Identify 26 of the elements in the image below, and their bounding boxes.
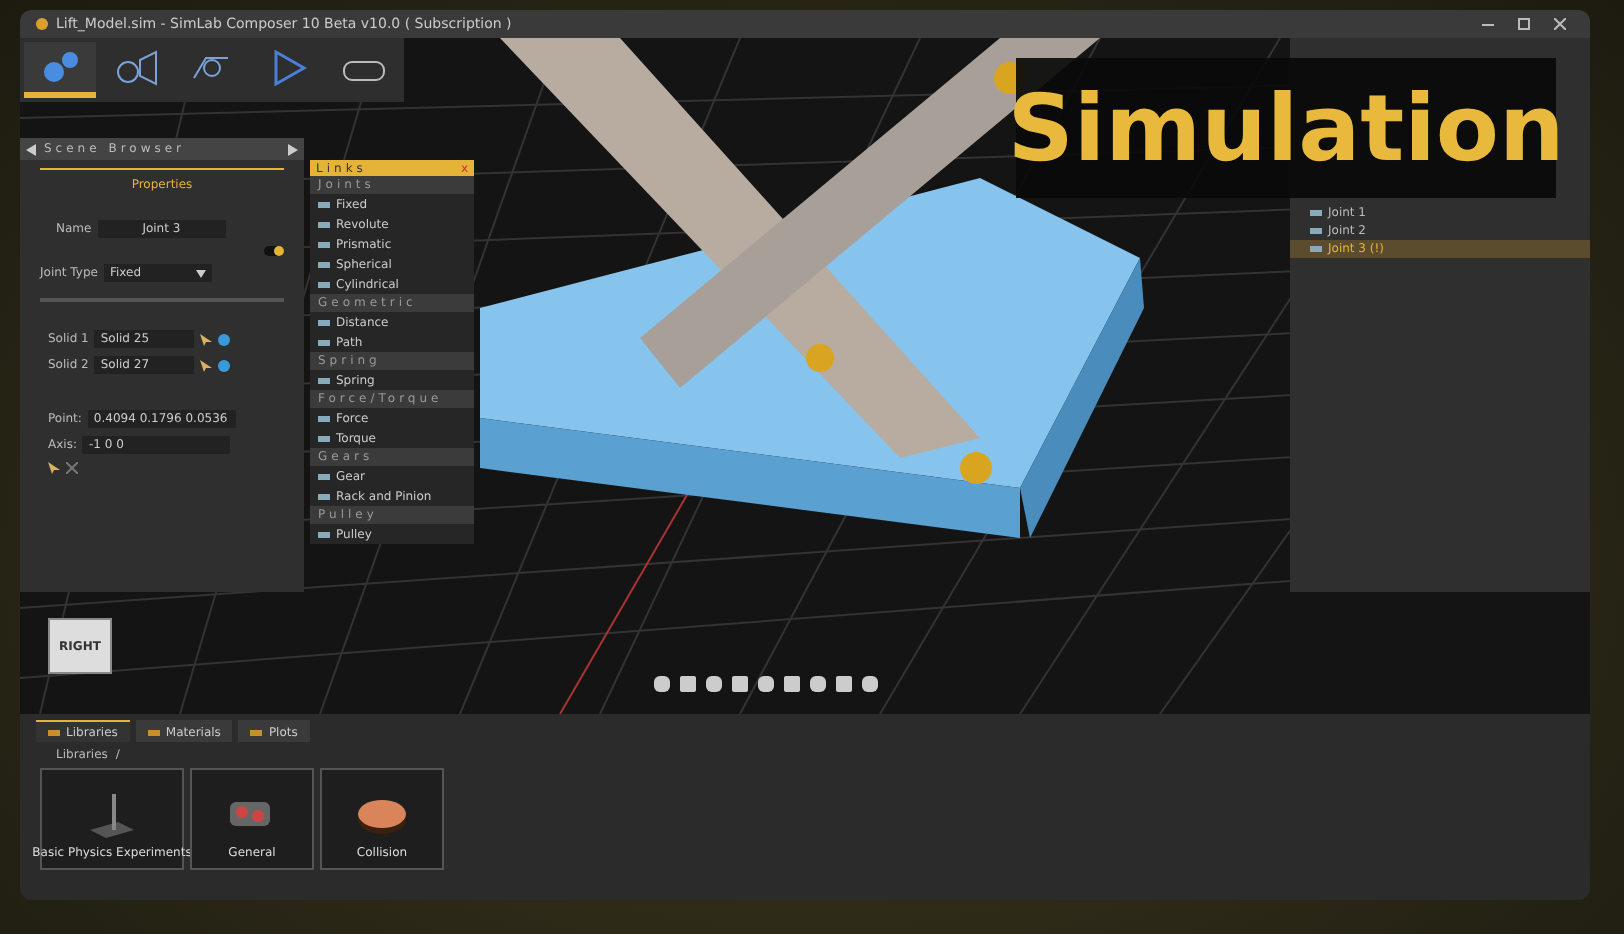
toggle-switch[interactable] [264,246,284,256]
tab-icon [250,727,263,737]
restore-icon [1518,18,1530,30]
camera-icon[interactable] [112,47,160,87]
disc-model-icon [356,794,408,838]
pivot-pin [960,452,992,484]
caret-icon [195,269,206,277]
collapse-left-icon[interactable] [26,143,36,155]
tab-icon [147,727,160,737]
simulation-tool[interactable] [24,42,96,98]
expand-right-icon[interactable] [288,143,298,155]
pick-cursor-icon[interactable] [200,333,213,345]
clear-icon[interactable] [66,462,78,474]
link-type-icon [318,529,330,539]
app-logo-icon [36,18,48,30]
solid-status-icon [218,333,231,345]
tab-icon [48,727,60,737]
pick-cursor-icon[interactable] [48,462,60,474]
minimize-icon [1482,18,1494,30]
close-icon [1554,18,1566,30]
pick-cursor-icon[interactable] [200,359,213,371]
pivot-pin [806,344,834,372]
stand-model-icon [86,794,138,838]
link-type-icon [318,375,330,385]
simulation-banner: Simulation [1016,58,1556,198]
solid-status-icon [218,359,231,371]
